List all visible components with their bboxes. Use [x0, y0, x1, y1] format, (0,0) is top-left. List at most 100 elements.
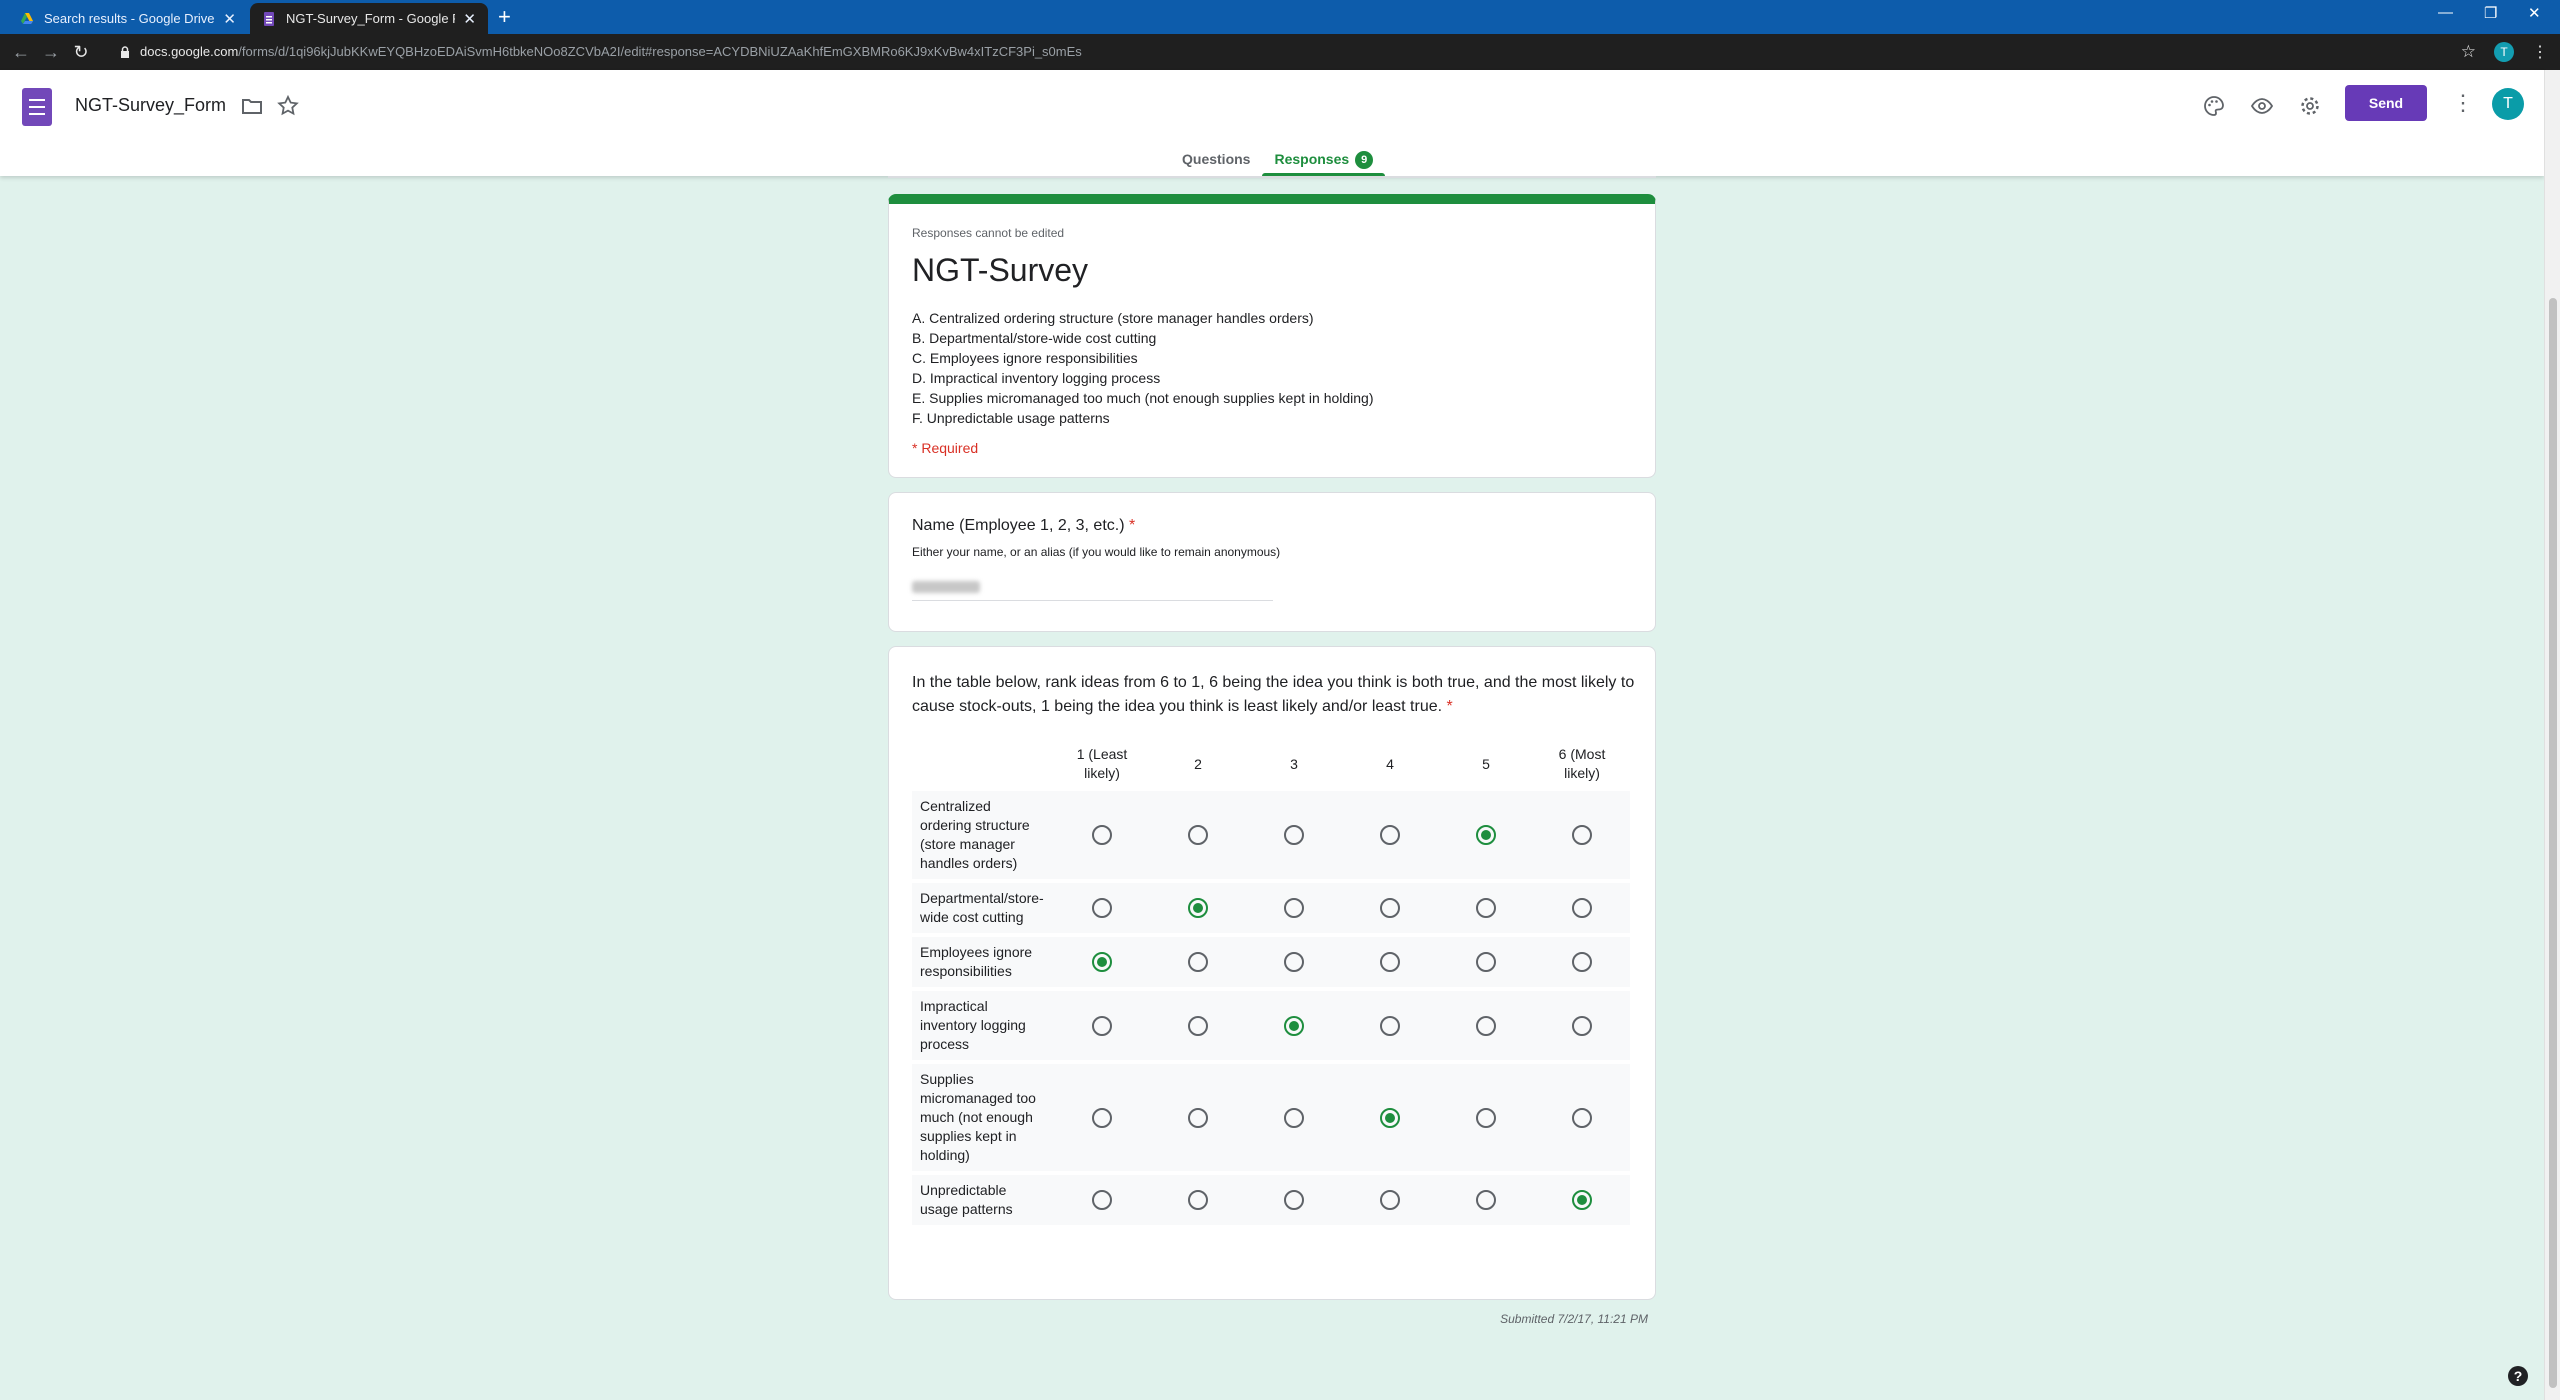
- radio-button[interactable]: [1284, 952, 1304, 973]
- radio-button[interactable]: [1188, 1107, 1208, 1128]
- radio-button[interactable]: [1092, 1107, 1112, 1128]
- folder-icon[interactable]: [240, 94, 264, 118]
- form-title: NGT-Survey: [912, 252, 1089, 288]
- browser-menu-icon[interactable]: ⋮: [2532, 42, 2548, 62]
- radio-button[interactable]: [1188, 952, 1208, 973]
- new-tab-icon[interactable]: +: [498, 4, 511, 30]
- radio-button[interactable]: [1188, 1015, 1208, 1036]
- document-title[interactable]: NGT-Survey_Form: [75, 95, 226, 116]
- preview-eye-icon[interactable]: [2250, 94, 2274, 118]
- description-line: C. Employees ignore responsibilities: [912, 350, 1138, 366]
- column-header: 2: [1194, 755, 1202, 772]
- radio-button[interactable]: [1380, 898, 1400, 919]
- radio-button[interactable]: [1284, 825, 1304, 846]
- radio-button[interactable]: [1476, 952, 1496, 973]
- radio-button[interactable]: [1572, 1015, 1592, 1036]
- form-title-card: Responses cannot be edited NGT-Survey A.…: [888, 194, 1656, 478]
- send-button[interactable]: Send: [2345, 85, 2427, 121]
- tab-label: Questions: [1182, 151, 1251, 167]
- minimize-icon[interactable]: —: [2438, 4, 2453, 21]
- response-count-badge: 9: [1355, 151, 1374, 169]
- more-options-icon[interactable]: ⋮: [2452, 90, 2474, 116]
- tab-questions[interactable]: Questions: [1170, 148, 1262, 176]
- google-forms-icon: [264, 11, 274, 26]
- radio-button[interactable]: [1284, 1107, 1304, 1128]
- radio-button[interactable]: [1476, 1015, 1496, 1036]
- radio-button[interactable]: [1380, 952, 1400, 973]
- radio-button[interactable]: [1572, 1190, 1592, 1211]
- grid-cell: [1246, 1175, 1342, 1225]
- settings-gear-icon[interactable]: [2298, 94, 2322, 118]
- row-label: Centralized ordering structure (store ma…: [912, 791, 1054, 879]
- row-label: Unpredictable usage patterns: [912, 1175, 1054, 1225]
- grid-cell: [1342, 791, 1438, 879]
- bookmark-star-icon[interactable]: ☆: [2461, 42, 2476, 62]
- radio-button[interactable]: [1284, 1190, 1304, 1211]
- reload-icon[interactable]: ↻: [66, 42, 96, 63]
- browser-tab-forms[interactable]: NGT-Survey_Form - Google Form ✕: [250, 3, 488, 34]
- question-title: Name (Employee 1, 2, 3, etc.) *: [912, 517, 1135, 535]
- form-description: A. Centralized ordering structure (store…: [912, 308, 1374, 428]
- radio-button[interactable]: [1092, 825, 1112, 846]
- star-icon[interactable]: [276, 94, 300, 118]
- radio-button[interactable]: [1284, 1015, 1304, 1036]
- radio-button[interactable]: [1476, 1107, 1496, 1128]
- browser-tab-drive[interactable]: Search results - Google Drive ✕: [8, 3, 248, 34]
- grid-cell: [1150, 937, 1246, 987]
- forms-logo-icon[interactable]: [22, 88, 52, 126]
- radio-button[interactable]: [1284, 898, 1304, 919]
- radio-button[interactable]: [1188, 898, 1208, 919]
- readonly-note: Responses cannot be edited: [912, 226, 1065, 240]
- description-line: E. Supplies micromanaged too much (not e…: [912, 390, 1374, 406]
- page-scrollbar[interactable]: [2544, 70, 2560, 1400]
- radio-button[interactable]: [1092, 952, 1112, 973]
- radio-button[interactable]: [1188, 1190, 1208, 1211]
- radio-button[interactable]: [1380, 1107, 1400, 1128]
- account-avatar[interactable]: T: [2492, 88, 2524, 120]
- grid-row: Unpredictable usage patterns: [912, 1175, 1630, 1225]
- radio-button[interactable]: [1188, 825, 1208, 846]
- radio-button[interactable]: [1572, 898, 1592, 919]
- grid-cell: [1150, 791, 1246, 879]
- radio-button[interactable]: [1380, 1015, 1400, 1036]
- name-answer-field: [912, 577, 1273, 601]
- column-header: 3: [1290, 755, 1298, 772]
- radio-button[interactable]: [1476, 898, 1496, 919]
- radio-button[interactable]: [1380, 825, 1400, 846]
- radio-button[interactable]: [1476, 1190, 1496, 1211]
- grid-row: Supplies micromanaged too much (not enou…: [912, 1064, 1630, 1171]
- grid-cell: [1150, 1064, 1246, 1171]
- grid-cell: [1534, 883, 1630, 933]
- profile-avatar[interactable]: T: [2494, 42, 2514, 62]
- grid-row: Departmental/store-wide cost cutting: [912, 883, 1630, 933]
- radio-button[interactable]: [1572, 952, 1592, 973]
- radio-button[interactable]: [1572, 1107, 1592, 1128]
- tab-responses[interactable]: Responses 9: [1262, 148, 1385, 176]
- forward-icon[interactable]: →: [36, 42, 66, 63]
- row-label: Employees ignore responsibilities: [912, 937, 1054, 987]
- radio-button[interactable]: [1476, 825, 1496, 846]
- column-header: 4: [1386, 755, 1394, 772]
- scrollbar-thumb[interactable]: [2549, 298, 2557, 1388]
- radio-button[interactable]: [1380, 1190, 1400, 1211]
- grid-cell: [1246, 991, 1342, 1060]
- required-asterisk: *: [1128, 517, 1136, 534]
- grid-cell: [1534, 991, 1630, 1060]
- grid-cell: [1054, 937, 1150, 987]
- lock-icon: [121, 46, 129, 58]
- grid-cell: [1438, 1175, 1534, 1225]
- back-icon[interactable]: ←: [6, 42, 36, 63]
- radio-button[interactable]: [1572, 825, 1592, 846]
- help-icon[interactable]: ?: [2508, 1366, 2528, 1386]
- radio-button[interactable]: [1092, 1190, 1112, 1211]
- radio-button[interactable]: [1092, 1015, 1112, 1036]
- restore-icon[interactable]: ❐: [2484, 4, 2497, 22]
- grid-cell: [1342, 1175, 1438, 1225]
- radio-button[interactable]: [1092, 898, 1112, 919]
- address-bar[interactable]: docs.google.com/forms/d/1qi96kjJubKKwEYQ…: [120, 34, 1082, 70]
- close-tab-icon[interactable]: ✕: [223, 10, 236, 28]
- palette-icon[interactable]: [2202, 94, 2226, 118]
- close-tab-icon[interactable]: ✕: [463, 10, 476, 28]
- grid-cell: [1534, 791, 1630, 879]
- close-window-icon[interactable]: ✕: [2528, 4, 2541, 22]
